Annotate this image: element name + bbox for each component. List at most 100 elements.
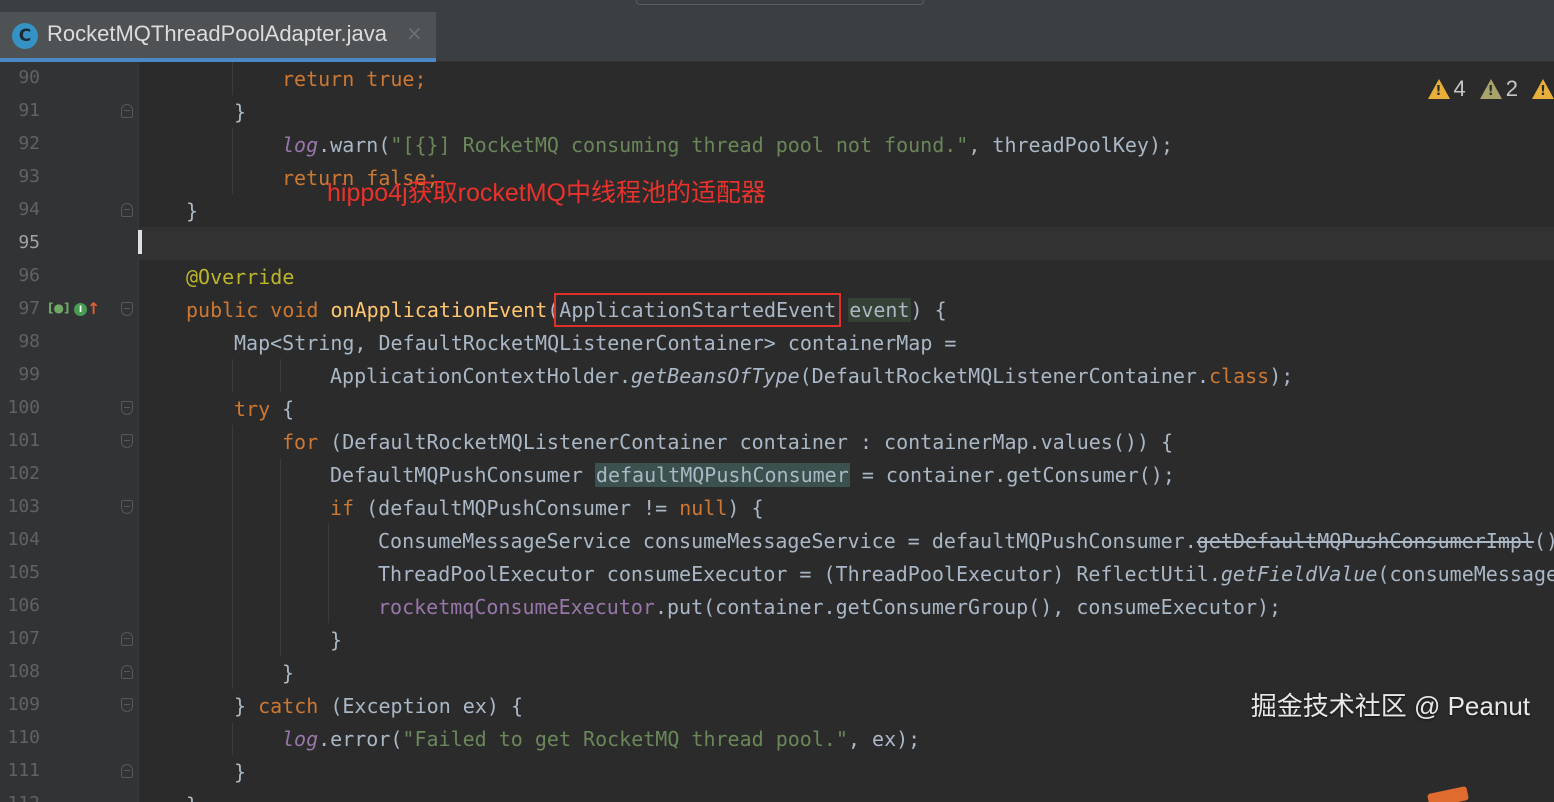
code-text: try { bbox=[234, 394, 294, 424]
weak-warnings-count: 2 bbox=[1505, 76, 1518, 101]
indent-guide bbox=[232, 722, 233, 755]
code-line[interactable]: 98 Map<String, DefaultRocketMQListenerCon… bbox=[0, 326, 1554, 359]
code-line[interactable]: 105 ThreadPoolExecutor consumeExecutor = … bbox=[0, 557, 1554, 590]
overrides-method-icon[interactable]: I ↑ bbox=[74, 299, 100, 320]
line-number: 94 bbox=[18, 199, 40, 220]
typo-indicator[interactable] bbox=[1532, 79, 1554, 99]
inspection-widget[interactable]: 4 2 bbox=[1427, 76, 1554, 102]
indent-guide bbox=[328, 524, 329, 557]
code-line[interactable]: 92 log.warn("[{}] RocketMQ consuming thre… bbox=[0, 128, 1554, 161]
indent-guide bbox=[280, 623, 281, 656]
code-token: ( bbox=[547, 298, 560, 322]
highlighted-parameter-type: ApplicationStartedEvent bbox=[554, 293, 842, 327]
code-token: .put(container.getConsumerGroup(), consu… bbox=[654, 595, 1282, 619]
fold-marker-icon[interactable] bbox=[121, 632, 133, 646]
code-text: @Override bbox=[186, 262, 294, 292]
warnings-indicator[interactable]: 4 bbox=[1427, 76, 1466, 102]
code-text: } bbox=[186, 790, 198, 802]
tab-label: RocketMQThreadPoolAdapter.java bbox=[47, 21, 387, 46]
code-text: log.error("Failed to get RocketMQ thread… bbox=[282, 724, 920, 754]
text-cursor bbox=[138, 230, 142, 254]
indent-guide bbox=[232, 557, 233, 590]
fold-marker-icon[interactable] bbox=[121, 500, 133, 514]
code-text: } bbox=[186, 196, 198, 226]
fold-marker-icon[interactable] bbox=[121, 665, 133, 679]
code-token: (Exception ex) { bbox=[330, 694, 523, 718]
code-token: rocketmqConsumeExecutor bbox=[378, 595, 655, 619]
weak-warnings-indicator[interactable]: 2 bbox=[1479, 76, 1518, 102]
code-line[interactable]: 110 log.error("Failed to get RocketMQ thr… bbox=[0, 722, 1554, 755]
line-number: 107 bbox=[7, 628, 40, 649]
bean-implementation-icon[interactable] bbox=[48, 300, 70, 320]
code-token: onApplicationEvent bbox=[330, 298, 548, 322]
code-token: { bbox=[282, 397, 295, 421]
indent-guide bbox=[232, 359, 233, 392]
code-token: , ex); bbox=[847, 727, 921, 751]
code-line[interactable]: 93 return false; bbox=[0, 161, 1554, 194]
fold-marker-icon[interactable] bbox=[121, 434, 133, 448]
code-line[interactable]: 95 bbox=[0, 227, 1554, 260]
code-token: ) { bbox=[727, 496, 764, 520]
code-text: } bbox=[234, 97, 246, 127]
code-text: } catch (Exception ex) { bbox=[234, 691, 523, 721]
code-text: ConsumeMessageService consumeMessageServ… bbox=[378, 526, 1554, 556]
code-token: ) { bbox=[910, 298, 947, 322]
line-number: 103 bbox=[7, 496, 40, 517]
indent-guide bbox=[280, 458, 281, 491]
code-line[interactable]: 90 return true; bbox=[0, 62, 1554, 95]
line-number: 97 bbox=[18, 298, 40, 319]
indent-guide bbox=[232, 425, 233, 458]
code-token: event bbox=[848, 298, 911, 322]
code-line[interactable]: 100 try { bbox=[0, 392, 1554, 425]
code-line[interactable]: 94} bbox=[0, 194, 1554, 227]
code-line[interactable]: 107} bbox=[0, 623, 1554, 656]
indent-guide bbox=[232, 458, 233, 491]
code-token: null bbox=[679, 496, 728, 520]
code-line[interactable]: 96 @Override bbox=[0, 260, 1554, 293]
code-token: getFieldValue bbox=[1220, 562, 1378, 586]
code-line[interactable]: 106 rocketmqConsumeExecutor.put(container… bbox=[0, 590, 1554, 623]
code-token: "Failed to get RocketMQ thread pool." bbox=[402, 727, 848, 751]
line-number: 99 bbox=[18, 364, 40, 385]
fold-marker-icon[interactable] bbox=[121, 104, 133, 118]
code-text: Map<String, DefaultRocketMQListenerConta… bbox=[234, 328, 956, 358]
line-number: 112 bbox=[0, 793, 40, 802]
code-line[interactable]: 103 if (defaultMQPushConsumer != null) { bbox=[0, 491, 1554, 524]
code-token: = container.getConsumer(); bbox=[849, 463, 1175, 487]
code-text: if (defaultMQPushConsumer != null) { bbox=[330, 493, 764, 523]
code-line[interactable]: 91} bbox=[0, 95, 1554, 128]
code-line[interactable]: 97 I↑ public void onApplicationEvent(Appli… bbox=[0, 293, 1554, 327]
fold-marker-icon[interactable] bbox=[121, 203, 133, 217]
tab-rocketmq-thread-pool-adapter[interactable]: C RocketMQThreadPoolAdapter.java × bbox=[0, 12, 436, 62]
gutter-markers: I↑ bbox=[48, 299, 100, 320]
indent-guide bbox=[232, 623, 233, 656]
code-text: ApplicationContextHolder.getBeansOfType(… bbox=[330, 361, 1293, 391]
code-token: } bbox=[186, 793, 198, 802]
code-text: public void onApplicationEvent(Applicati… bbox=[186, 293, 947, 327]
line-number: 93 bbox=[18, 166, 40, 187]
code-token: log bbox=[282, 727, 319, 751]
code-token: log bbox=[282, 133, 319, 157]
fold-marker-icon[interactable] bbox=[121, 302, 133, 316]
code-line[interactable]: 101 for (DefaultRocketMQListenerContainer… bbox=[0, 425, 1554, 458]
code-token: (consumeMessage bbox=[1377, 562, 1554, 586]
code-token: (DefaultRocketMQListenerContainer contai… bbox=[330, 430, 1174, 454]
code-token: (defaultMQPushConsumer != bbox=[366, 496, 680, 520]
fold-marker-icon[interactable] bbox=[121, 698, 133, 712]
code-line[interactable]: 108} bbox=[0, 656, 1554, 689]
code-line[interactable]: 112} bbox=[0, 788, 1554, 802]
code-line[interactable]: 102 DefaultMQPushConsumer defaultMQPushCo… bbox=[0, 458, 1554, 491]
code-token: (DefaultRocketMQListenerContainer. bbox=[799, 364, 1210, 388]
fold-marker-icon[interactable] bbox=[121, 764, 133, 778]
line-number: 108 bbox=[7, 661, 40, 682]
code-line[interactable]: 99 ApplicationContextHolder.getBeansOfTyp… bbox=[0, 359, 1554, 392]
warning-icon bbox=[1532, 79, 1554, 99]
code-line[interactable]: 104 ConsumeMessageService consumeMessageS… bbox=[0, 524, 1554, 557]
line-number: 100 bbox=[7, 397, 40, 418]
fold-marker-icon[interactable] bbox=[121, 401, 133, 415]
code-token: ApplicationContextHolder. bbox=[330, 364, 632, 388]
close-icon[interactable]: × bbox=[406, 21, 423, 45]
line-number: 111 bbox=[7, 760, 40, 781]
code-line[interactable]: 111} bbox=[0, 755, 1554, 788]
